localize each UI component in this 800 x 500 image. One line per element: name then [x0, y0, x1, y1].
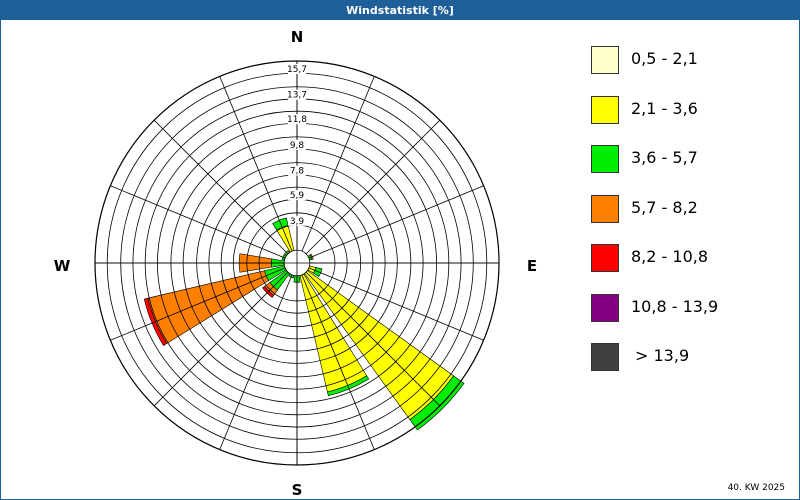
legend-label: 5,7 - 8,2 — [631, 197, 698, 217]
legend-label: 2,1 - 3,6 — [631, 98, 698, 118]
legend-swatch — [591, 46, 619, 74]
legend-item: > 13,9 — [591, 343, 771, 373]
legend-swatch — [591, 293, 619, 322]
wind-rose-plot: 3,9 5,9 7,8 9,8 11,8 13,7 15,7 N E S W — [54, 28, 537, 499]
legend-item: 10,8 - 13,9 — [591, 293, 771, 324]
legend-swatch — [591, 244, 619, 272]
wind-sectors — [143, 217, 465, 431]
cardinal-west: W — [54, 257, 71, 275]
ring-label: 3,9 — [290, 217, 305, 227]
legend-swatch — [591, 145, 619, 173]
window-title: Windstatistik [%] — [1, 1, 799, 20]
legend-item: 3,6 - 5,7 — [591, 145, 771, 175]
week-label: 40. KW 2025 — [727, 483, 785, 493]
ring-label: 7,8 — [290, 167, 305, 177]
legend-item: 5,7 - 8,2 — [591, 194, 771, 225]
legend-item: 2,1 - 3,6 — [591, 95, 771, 126]
cardinal-east: E — [527, 257, 537, 275]
ring-label: 5,9 — [290, 191, 305, 201]
legend-item: 8,2 - 10,8 — [591, 244, 771, 274]
cardinal-north: N — [291, 28, 304, 46]
legend-label: 8,2 - 10,8 — [631, 247, 709, 266]
legend-swatch — [591, 343, 619, 371]
ring-label: 13,7 — [287, 91, 307, 101]
legend-label: > 13,9 — [635, 346, 690, 365]
ring-label: 15,7 — [287, 65, 307, 75]
ring-label: 11,8 — [287, 115, 307, 125]
cardinal-south: S — [292, 481, 303, 499]
legend-swatch — [591, 194, 619, 223]
chart-window: Windstatistik [%] 3,9 5,9 7,8 9,8 11,8 13,7 15… — [0, 0, 800, 500]
legend-item: 0,5 - 2,1 — [591, 46, 771, 76]
legend-label: 10,8 - 13,9 — [631, 296, 719, 316]
legend-label: 3,6 - 5,7 — [631, 148, 698, 167]
ring-label: 9,8 — [290, 141, 305, 151]
legend-label: 0,5 - 2,1 — [631, 49, 698, 68]
legend-swatch — [591, 95, 619, 124]
